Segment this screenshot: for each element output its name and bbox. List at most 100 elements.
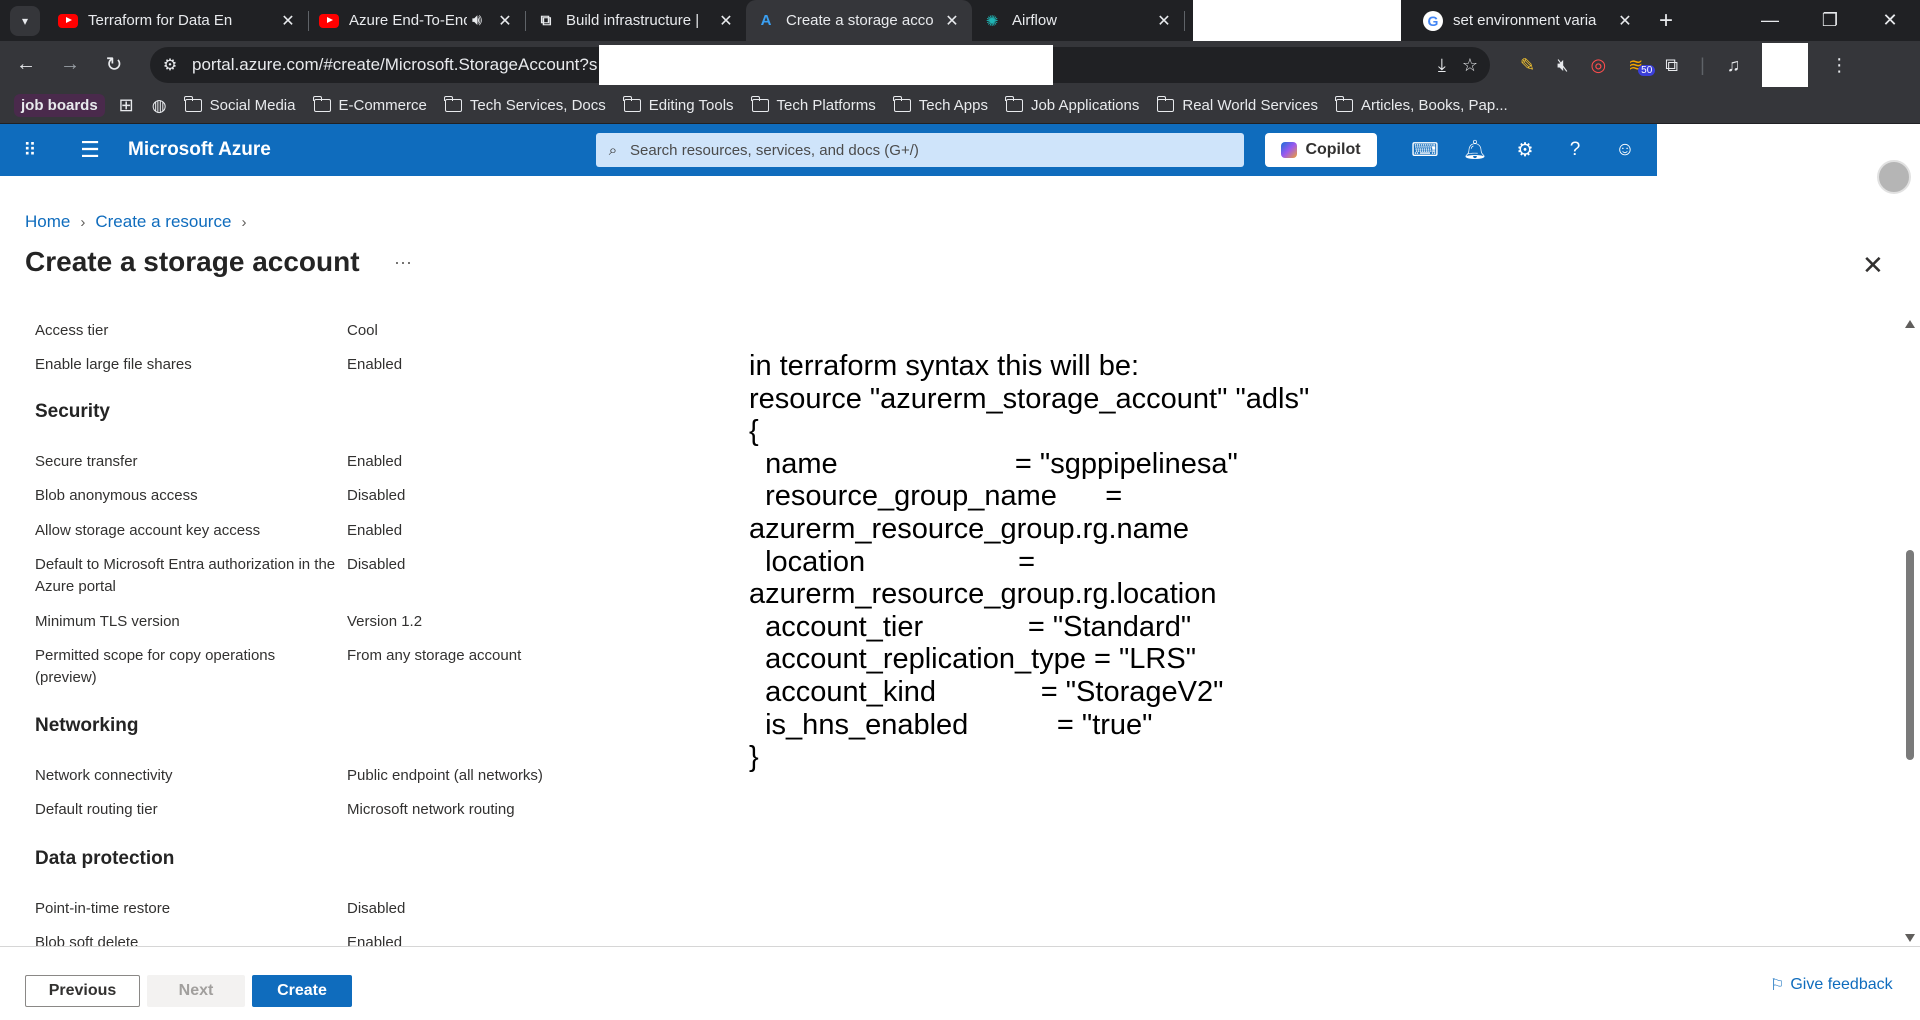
tab-airflow[interactable]: ✺ Airflow ✕ — [972, 0, 1184, 41]
bookmark-folder[interactable]: Tech Apps — [893, 96, 988, 114]
media-control-icon[interactable]: ♫ — [1727, 55, 1741, 76]
breadcrumb-create-resource[interactable]: Create a resource — [95, 212, 231, 232]
google-icon: G — [1423, 10, 1443, 31]
close-icon[interactable]: ✕ — [495, 11, 515, 31]
row-value: Version 1.2 — [347, 613, 423, 630]
bookmark-job-boards[interactable]: job boards — [14, 94, 105, 117]
close-icon[interactable]: ✕ — [942, 11, 962, 31]
row-value: Enabled — [347, 934, 403, 946]
browser-menu-icon[interactable]: ⋮ — [1830, 55, 1848, 76]
chevron-right-icon: › — [241, 213, 247, 231]
previous-button[interactable]: Previous — [25, 975, 140, 1007]
bookmark-folder[interactable]: E-Commerce — [312, 96, 427, 114]
tab-terraform-video[interactable]: Terraform for Data En ✕ — [48, 0, 308, 41]
hashicorp-icon: ⧉ — [540, 12, 552, 29]
youtube-icon — [319, 11, 339, 31]
close-icon[interactable]: ✕ — [278, 11, 298, 31]
chevron-right-icon: › — [80, 213, 86, 231]
redacted-profile — [1762, 43, 1809, 87]
portal-menu-icon[interactable]: ☰ — [60, 137, 120, 163]
tab-create-storage-account[interactable]: A Create a storage acco ✕ — [746, 0, 972, 41]
tab-azure-video[interactable]: Azure End-To-End 🔊︎ ✕ — [309, 0, 525, 41]
speaker-icon[interactable]: 🔊︎ — [467, 12, 487, 30]
folder-icon — [1005, 96, 1023, 112]
extension-badge: 50 — [1638, 64, 1656, 76]
bookmark-folder[interactable]: Tech Platforms — [750, 96, 876, 114]
close-icon[interactable]: ✕ — [1154, 11, 1174, 31]
azure-header-icons: ⌨︎ 🔔︎ ⚙︎ ? ☺︎ — [1400, 124, 1650, 176]
extensions-puzzle-icon[interactable]: ⧉ — [1665, 55, 1678, 76]
bookmark-folder[interactable]: Social Media — [184, 96, 296, 114]
restore-icon[interactable]: ❐ — [1800, 0, 1860, 41]
forward-icon[interactable]: → — [52, 47, 88, 83]
azure-brand[interactable]: Microsoft Azure — [128, 139, 271, 161]
youtube-icon — [58, 11, 78, 31]
scrollbar-thumb[interactable] — [1906, 550, 1914, 760]
folder-icon — [750, 96, 769, 112]
row-label: Blob soft delete — [35, 934, 139, 946]
copilot-button[interactable]: Copilot — [1265, 133, 1377, 167]
app-launcher-icon[interactable]: ⠿ — [0, 140, 60, 161]
address-bar[interactable]: ⚙︎ portal.azure.com/#create/Microsoft.St… — [150, 45, 1490, 85]
bookmark-label: E-Commerce — [338, 97, 427, 114]
give-feedback-link[interactable]: ⚐ Give feedback — [1770, 975, 1893, 995]
terraform-annotation: in terraform syntax this will be: resour… — [749, 350, 1310, 774]
wizard-footer: Previous Next Create ⚐ Give feedback — [0, 946, 1920, 1020]
help-icon[interactable]: ? — [1550, 139, 1600, 161]
close-icon[interactable]: ✕ — [1615, 11, 1635, 31]
row-value: Enabled — [347, 356, 403, 373]
address-toolbar: ← → ↻ ⚙︎ portal.azure.com/#create/Micros… — [0, 41, 1920, 88]
bookmark-folder[interactable]: Editing Tools — [623, 96, 734, 114]
globe-icon[interactable]: ◍ — [152, 96, 167, 116]
highlighter-extension-icon[interactable]: ✎ — [1520, 55, 1535, 76]
azure-icon: A — [760, 12, 772, 29]
tab-build-infrastructure[interactable]: ⧉ Build infrastructure | ✕ — [526, 0, 746, 41]
rss-extension-icon[interactable]: ≋ 50 — [1628, 55, 1656, 76]
bookmark-folder[interactable]: Real World Services — [1156, 96, 1318, 114]
tab-google-search[interactable]: G set environment varia ✕ — [1413, 0, 1645, 41]
close-window-icon[interactable]: ✕ — [1860, 0, 1920, 41]
close-icon[interactable]: ✕ — [716, 11, 736, 31]
scroll-down-arrow-icon[interactable] — [1905, 934, 1915, 942]
scroll-up-arrow-icon[interactable] — [1905, 320, 1915, 328]
feedback-person-icon[interactable]: ☺︎ — [1600, 139, 1650, 161]
bookmark-star-icon[interactable]: ☆ — [1462, 55, 1478, 76]
breadcrumb: Home › Create a resource › — [25, 212, 256, 232]
mute-tab-icon[interactable]: 🔇︎ — [1557, 55, 1568, 76]
bookmark-folder[interactable]: Articles, Books, Pap... — [1335, 96, 1508, 114]
back-icon[interactable]: ← — [8, 47, 44, 83]
cloud-shell-icon[interactable]: ⌨︎ — [1400, 139, 1450, 162]
minimize-icon[interactable]: — — [1740, 0, 1800, 41]
site-info-icon[interactable]: ⚙︎ — [156, 55, 184, 75]
feedback-icon: ⚐ — [1770, 977, 1785, 994]
install-app-icon[interactable]: ⤓ — [1438, 55, 1446, 76]
reload-icon[interactable]: ↻ — [96, 47, 132, 83]
breadcrumb-home[interactable]: Home — [25, 212, 70, 232]
row-label: Access tier — [35, 322, 109, 339]
tab-title: Terraform for Data En — [88, 12, 233, 29]
omnibox-actions: ⤓ ☆ — [1438, 47, 1478, 83]
bookmark-label: Real World Services — [1182, 97, 1318, 114]
tab-search-button[interactable]: ▾ — [10, 5, 40, 36]
close-blade-icon[interactable]: ✕ — [1862, 250, 1884, 281]
new-tab-button[interactable]: + — [1659, 7, 1673, 35]
global-search-input[interactable]: ⌕ Search resources, services, and docs (… — [596, 133, 1244, 167]
next-button[interactable]: Next — [147, 975, 245, 1007]
red-extension-icon[interactable]: ◎ — [1590, 55, 1606, 76]
more-options-icon[interactable]: ··· — [394, 252, 412, 273]
create-button[interactable]: Create — [252, 975, 352, 1007]
account-avatar[interactable] — [1877, 160, 1911, 194]
search-placeholder: Search resources, services, and docs (G+… — [630, 141, 919, 159]
bookmark-folder[interactable]: Tech Services, Docs — [444, 96, 606, 114]
bookmark-folder[interactable]: Job Applications — [1005, 96, 1139, 114]
settings-gear-icon[interactable]: ⚙︎ — [1500, 139, 1550, 162]
bookmark-label: Articles, Books, Pap... — [1360, 97, 1508, 114]
row-label: Point-in-time restore — [35, 900, 171, 917]
notifications-bell-icon[interactable]: 🔔︎ — [1450, 138, 1500, 162]
tab-title: Azure End-To-End — [349, 12, 467, 29]
bookmark-label: Editing Tools — [648, 97, 734, 114]
apps-grid-icon[interactable]: ⊞ — [119, 95, 134, 116]
azure-top-bar: ⠿ ☰ Microsoft Azure ⌕ Search resources, … — [0, 124, 1657, 176]
copilot-label: Copilot — [1305, 141, 1361, 158]
folder-icon — [1156, 96, 1175, 112]
